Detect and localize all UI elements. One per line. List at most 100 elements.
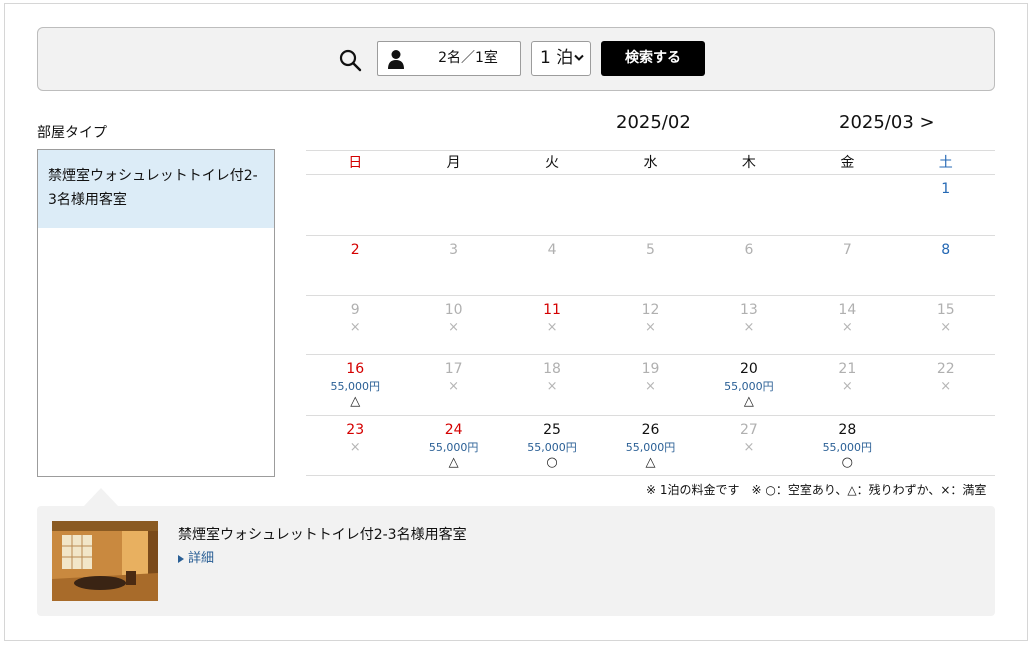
availability-mark: × xyxy=(349,320,361,335)
calendar-week: 2 3 4 5 6 7 8 xyxy=(306,236,995,296)
availability-calendar: 日 月 火 水 木 金 土 1 2 3 4 5 6 7 8 9 × 10 × 11 × 12 × 13 × 14 × 1… xyxy=(306,150,995,476)
room-type-list: 禁煙室ウォシュレットトイレ付2-3名様用客室 xyxy=(37,149,275,477)
day-number: 5 xyxy=(646,242,655,258)
calendar-day-cell[interactable]: 26 55,000円 △ xyxy=(601,416,699,475)
day-number: 23 xyxy=(346,422,365,438)
calendar-day-cell: 14 × xyxy=(798,296,896,354)
day-number xyxy=(700,181,798,199)
availability-mark: × xyxy=(841,320,853,335)
availability-mark: × xyxy=(743,320,755,335)
calendar-day-cell: 11 × xyxy=(503,296,601,354)
day-number: 21 xyxy=(838,361,857,377)
calendar-day-cell: 17 × xyxy=(404,355,502,415)
guest-count: 2名／1室 xyxy=(438,50,498,66)
day-number: 19 xyxy=(641,361,660,377)
search-button[interactable]: 検索する xyxy=(601,41,705,76)
calendar-day-cell[interactable]: 24 55,000円 △ xyxy=(404,416,502,475)
nights-select[interactable]: 1 泊 xyxy=(531,41,591,76)
calendar-day-cell: 2 xyxy=(306,236,404,295)
day-number: 17 xyxy=(444,361,463,377)
day-number: 7 xyxy=(842,242,852,258)
calendar-day-cell: 23 × xyxy=(306,416,404,475)
weekday-sat: 土 xyxy=(938,155,953,171)
calendar-week: 9 × 10 × 11 × 12 × 13 × 14 × 15 × xyxy=(306,296,995,355)
calendar-day-cell: 5 xyxy=(601,236,699,295)
availability-mark: △ xyxy=(645,455,656,470)
day-number: 8 xyxy=(941,242,951,258)
day-number: 24 xyxy=(444,422,463,438)
calendar-day-cell: 18 × xyxy=(503,355,601,415)
availability-mark: × xyxy=(841,379,853,394)
weekday-sun: 日 xyxy=(348,155,363,171)
day-number xyxy=(897,422,995,440)
day-number: 26 xyxy=(641,422,660,438)
calendar-day-cell: 10 × xyxy=(404,296,502,354)
calendar-weeks: 1 2 3 4 5 6 7 8 9 × 10 × 11 × 12 × 13 × 14 × 15 × 16 55,000円 △ 17… xyxy=(306,175,995,476)
day-number: 4 xyxy=(547,242,557,258)
calendar-day-cell: 15 × xyxy=(897,296,995,354)
day-number: 22 xyxy=(936,361,955,377)
room-type-item[interactable]: 禁煙室ウォシュレットトイレ付2-3名様用客室 xyxy=(38,150,274,228)
day-number: 18 xyxy=(543,361,561,377)
calendar-day-cell: 3 xyxy=(404,236,502,295)
details-link[interactable]: 詳細 xyxy=(178,547,214,566)
calendar-day-cell: 9 × xyxy=(306,296,404,354)
availability-mark: △ xyxy=(743,394,754,409)
calendar-week: 23 × 24 55,000円 △ 25 55,000円 ○ 26 55,000円 △ 27 × 28 55… xyxy=(306,416,995,476)
availability-mark: ○ xyxy=(546,455,558,470)
weekday-mon: 月 xyxy=(446,155,461,171)
calendar-day-cell[interactable]: 16 55,000円 △ xyxy=(306,355,404,415)
day-number: 15 xyxy=(936,302,955,318)
detail-pointer xyxy=(84,488,118,506)
weekday-tue: 火 xyxy=(545,155,560,171)
current-month: 2025/02 xyxy=(616,112,691,133)
search-icon[interactable] xyxy=(338,48,362,72)
day-number: 27 xyxy=(739,422,758,438)
availability-mark: × xyxy=(448,379,460,394)
day-number xyxy=(503,181,601,199)
calendar-day-cell: 22 × xyxy=(897,355,995,415)
calendar-day-cell: 12 × xyxy=(601,296,699,354)
chevron-down-icon xyxy=(574,54,584,61)
day-price: 55,000円 xyxy=(625,441,676,454)
calendar-day-cell: 21 × xyxy=(798,355,896,415)
availability-mark: × xyxy=(645,379,656,394)
calendar-day-cell: 6 xyxy=(700,236,798,295)
calendar-day-cell xyxy=(700,175,798,235)
next-month-link[interactable]: 2025/03 > xyxy=(839,112,935,133)
day-number: 3 xyxy=(449,242,459,258)
day-number: 9 xyxy=(350,302,360,318)
availability-mark: × xyxy=(940,379,952,394)
calendar-week: 16 55,000円 △ 17 × 18 × 19 × 20 55,000円 △ 21 × 22 × xyxy=(306,355,995,416)
weekday-header: 日 月 火 水 木 金 土 xyxy=(306,150,995,175)
day-price: 55,000円 xyxy=(822,441,873,454)
availability-mark: × xyxy=(546,379,558,394)
room-photo[interactable] xyxy=(52,521,158,601)
day-number: 25 xyxy=(543,422,561,438)
calendar-day-cell[interactable]: 20 55,000円 △ xyxy=(700,355,798,415)
day-price: 55,000円 xyxy=(330,380,380,393)
details-link-label: 詳細 xyxy=(188,551,215,566)
calendar-day-cell: 8 xyxy=(897,236,995,295)
calendar-day-cell xyxy=(601,175,699,235)
calendar-day-cell[interactable]: 28 55,000円 ○ xyxy=(798,416,896,475)
weekday-fri: 金 xyxy=(840,155,855,171)
guest-selector[interactable]: 2名／1室 xyxy=(377,41,521,76)
calendar-day-cell: 27 × xyxy=(700,416,798,475)
calendar-day-cell: 4 xyxy=(503,236,601,295)
calendar-day-cell: 7 xyxy=(798,236,896,295)
calendar-day-cell[interactable]: 25 55,000円 ○ xyxy=(503,416,601,475)
day-number xyxy=(306,181,404,199)
calendar-day-cell xyxy=(306,175,404,235)
triangle-right-icon xyxy=(178,554,184,563)
weekday-thu: 木 xyxy=(741,155,756,171)
day-price: 55,000円 xyxy=(428,441,479,454)
calendar-day-cell xyxy=(897,416,995,475)
legend-note: ※ 1泊の料金です ※ ○：空室あり、△：残りわずか、×：満室 xyxy=(646,483,987,497)
calendar-day-cell: 1 xyxy=(897,175,995,235)
calendar-day-cell xyxy=(404,175,502,235)
day-number: 12 xyxy=(641,302,660,318)
day-number: 11 xyxy=(543,302,561,318)
day-number: 2 xyxy=(350,242,360,258)
day-number: 10 xyxy=(444,302,463,318)
